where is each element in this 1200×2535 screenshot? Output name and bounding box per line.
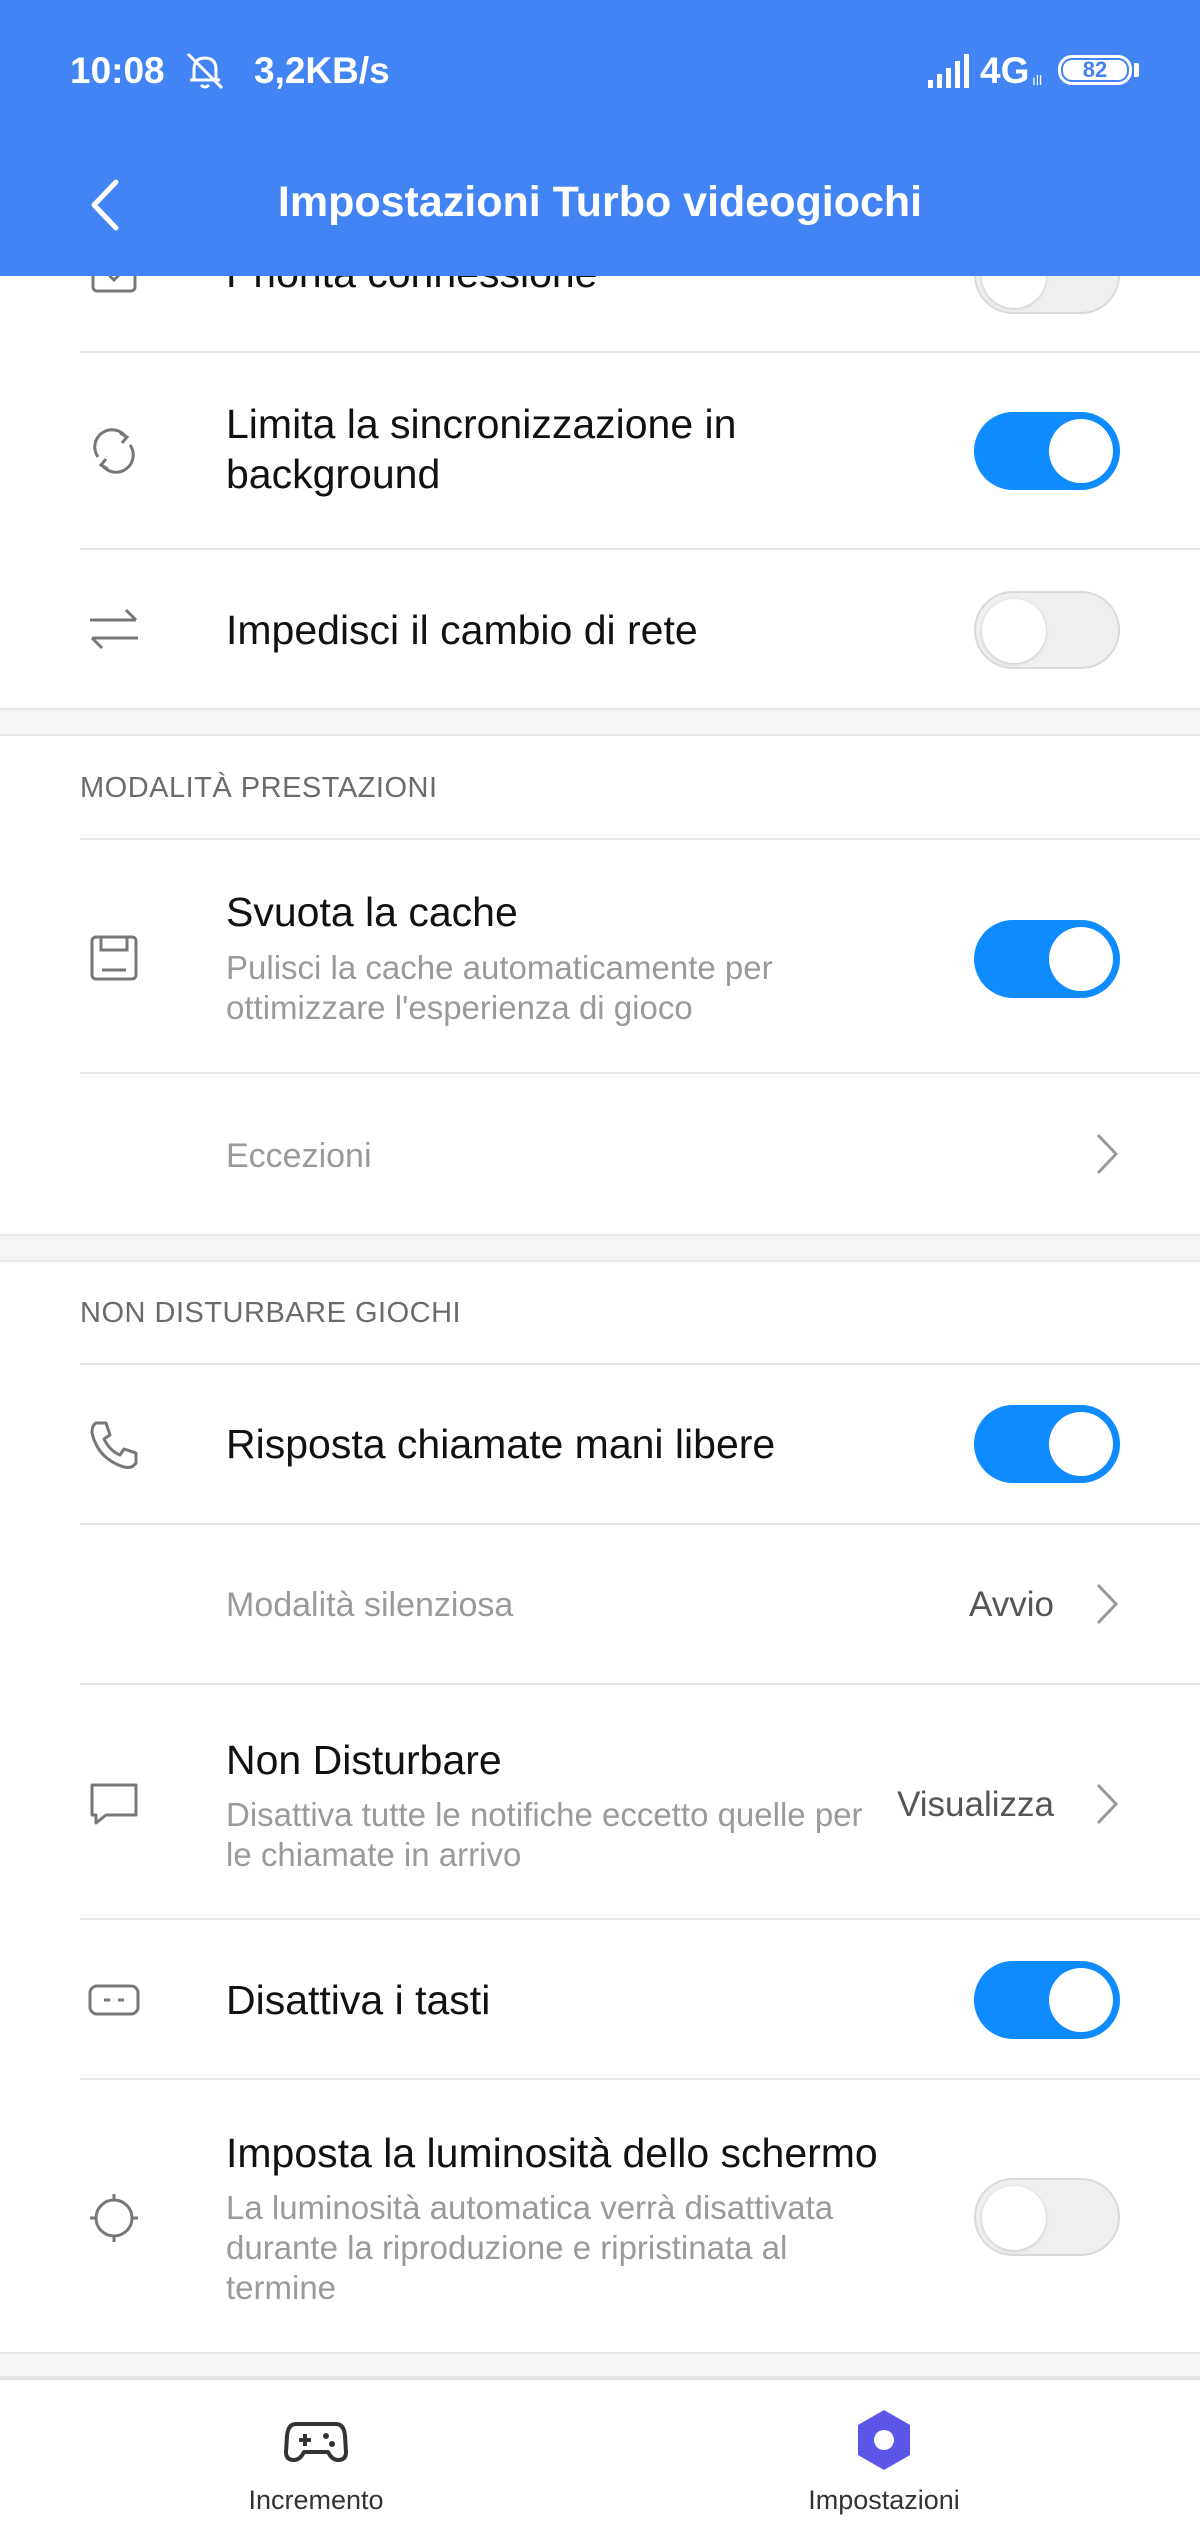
section-heading-do-not-disturb: NON DISTURBARE GIOCHI	[80, 1297, 462, 1329]
row-exceptions[interactable]: Eccezioni	[0, 1074, 1200, 1234]
row-subtitle: Pulisci la cache automaticamente per ott…	[226, 949, 773, 1026]
status-network-type: 4G	[980, 50, 1030, 91]
toggle-knob	[1049, 927, 1113, 991]
battery-level: 82	[1063, 57, 1127, 82]
status-network-speed: 3,2KB/s	[254, 50, 390, 91]
row-title: Modalità silenziosa	[226, 1586, 514, 1624]
section-heading-performance: MODALITÀ PRESTAZIONI	[80, 772, 438, 804]
row-title: Non Disturbare	[226, 1737, 502, 1783]
bottom-navigation: Incremento Impostazioni	[0, 2378, 1200, 2535]
prevent-network-switch-toggle[interactable]	[974, 591, 1120, 669]
row-title: Impedisci il cambio di rete	[226, 607, 698, 653]
brightness-icon	[84, 2188, 144, 2248]
signal-strength-icon	[926, 54, 972, 88]
status-bar: 10:08 3,2KB/s 4G ıll 82	[0, 0, 1200, 140]
row-title: Risposta chiamate mani libere	[226, 1421, 776, 1467]
app-header: 10:08 3,2KB/s 4G ıll 82 Impostazioni Tur…	[0, 0, 1200, 276]
toggle-knob	[982, 2186, 1046, 2250]
chat-bubble-icon	[84, 1773, 144, 1833]
chevron-right-icon	[1092, 1129, 1122, 1179]
nav-label: Incremento	[248, 2485, 384, 2515]
chevron-right-icon	[1092, 1779, 1122, 1829]
status-time: 10:08	[70, 50, 165, 91]
row-title: Eccezioni	[226, 1137, 372, 1175]
row-do-not-disturb[interactable]: Non Disturbare Disattiva tutte le notifi…	[0, 1685, 1200, 1918]
row-subtitle: Disattiva tutte le notifiche eccetto que…	[226, 1796, 863, 1873]
row-screen-brightness[interactable]: Imposta la luminosità dello schermo La l…	[0, 2080, 1200, 2352]
section-gap	[0, 2352, 1200, 2378]
swap-arrows-icon	[84, 598, 144, 658]
row-prevent-network-switch[interactable]: Impedisci il cambio di rete	[0, 550, 1200, 708]
row-clear-cache[interactable]: Svuota la cache Pulisci la cache automat…	[0, 840, 1200, 1072]
gear-icon	[850, 2406, 918, 2474]
disable-keys-toggle[interactable]	[974, 1961, 1120, 2039]
row-disable-keys[interactable]: Disattiva i tasti	[0, 1920, 1200, 2078]
toggle-knob	[1049, 1968, 1113, 2032]
battery-tip	[1134, 63, 1139, 77]
nav-label: Impostazioni	[808, 2485, 960, 2515]
brightness-toggle[interactable]	[974, 2178, 1120, 2256]
nav-item-impostazioni[interactable]: Impostazioni	[734, 2380, 1034, 2535]
status-network-sub: ıll	[1032, 72, 1043, 88]
settings-content[interactable]: Priorità connessione Limita la sincroniz…	[0, 0, 1200, 2533]
muted-bell-icon	[182, 48, 228, 94]
row-title: Svuota la cache	[226, 889, 518, 935]
handsfree-toggle[interactable]	[974, 1405, 1120, 1483]
row-handsfree-calls[interactable]: Risposta chiamate mani libere	[0, 1365, 1200, 1523]
row-title: Imposta la luminosità dello schermo	[226, 2130, 878, 2176]
toggle-knob	[982, 599, 1046, 663]
row-limit-background-sync[interactable]: Limita la sincronizzazione in background	[0, 353, 1200, 548]
toggle-knob	[1049, 1412, 1113, 1476]
limit-sync-toggle[interactable]	[974, 412, 1120, 490]
section-gap	[0, 708, 1200, 736]
silent-mode-value: Avvio	[969, 1585, 1054, 1624]
page-title: Impostazioni Turbo videogiochi	[277, 178, 923, 226]
battery-icon: 82	[1058, 55, 1132, 85]
row-title: Disattiva i tasti	[226, 1977, 491, 2023]
phone-icon	[84, 1415, 144, 1475]
row-title: Limita la sincronizzazione in background	[226, 401, 737, 497]
back-button[interactable]	[80, 170, 130, 240]
gamepad-icon	[282, 2406, 350, 2474]
do-not-disturb-value: Visualizza	[897, 1785, 1054, 1824]
keys-icon	[84, 1970, 144, 2030]
clear-cache-toggle[interactable]	[974, 920, 1120, 998]
section-gap	[0, 1234, 1200, 1262]
chevron-right-icon	[1092, 1579, 1122, 1629]
sync-icon	[84, 421, 144, 481]
save-disk-icon	[84, 928, 144, 988]
back-arrow-icon	[91, 179, 119, 231]
toggle-knob	[1049, 419, 1113, 483]
row-silent-mode[interactable]: Modalità silenziosa Avvio	[0, 1525, 1200, 1683]
nav-item-incremento[interactable]: Incremento	[166, 2380, 466, 2535]
row-subtitle: La luminosità automatica verrà disattiva…	[226, 2189, 834, 2306]
